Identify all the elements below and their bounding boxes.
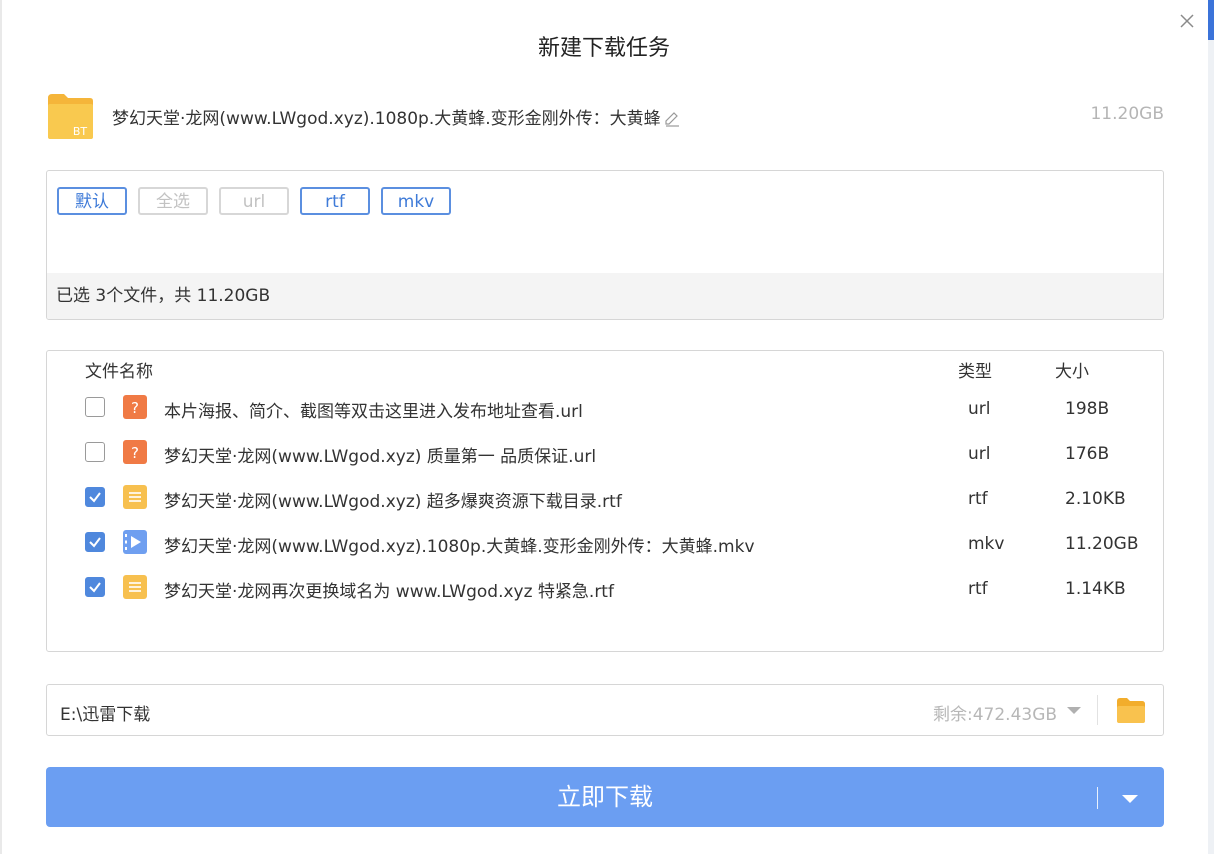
task-total-size: 11.20GB [1090,104,1164,124]
rtf-file-icon [123,485,147,509]
file-name: 本片海报、简介、截图等双击这里进入发布地址查看.url [164,402,583,422]
file-name: 梦幻天堂·龙网(www.LWgod.xyz) 质量第一 品质保证.url [164,447,597,467]
file-size: 176B [1065,444,1110,464]
task-name: 梦幻天堂·龙网(www.LWgod.xyz).1080p.大黄蜂.变形金刚外传：… [112,104,681,129]
file-name: 梦幻天堂·龙网再次更换域名为 www.LWgod.xyz 特紧急.rtf [164,582,614,602]
checkmark-icon [89,537,101,548]
folder-icon[interactable] [1115,695,1147,725]
row-checkbox[interactable] [85,577,105,597]
window-left-edge [0,0,2,854]
file-name: 梦幻天堂·龙网(www.LWgod.xyz) 超多爆爽资源下载目录.rtf [164,492,622,512]
file-list: 文件名称 类型 大小 ? 本片海报、简介、截图等双击这里进入发布地址查看.url… [46,350,1164,652]
chevron-down-icon[interactable] [1110,785,1150,811]
row-checkbox[interactable] [85,532,105,552]
table-row[interactable]: ? 梦幻天堂·龙网(www.LWgod.xyz) 质量第一 品质保证.url u… [47,432,1163,474]
svg-text:?: ? [131,444,139,462]
filter-chip-default[interactable]: 默认 [57,187,127,215]
file-filter-panel: 默认 全选 url rtf mkv 已选 3个文件，共 11.20GB [46,170,1164,320]
save-path-field[interactable]: E:\迅雷下载 剩余:472.43GB [46,684,1164,736]
filter-chip-select-all[interactable]: 全选 [138,187,208,215]
file-type: url [968,399,991,419]
column-header-size[interactable]: 大小 [1055,357,1089,382]
file-type: url [968,444,991,464]
file-type: rtf [968,489,988,509]
column-header-type[interactable]: 类型 [958,357,992,382]
checkmark-icon [89,582,101,593]
row-checkbox[interactable] [85,442,105,462]
table-row[interactable]: 梦幻天堂·龙网(www.LWgod.xyz).1080p.大黄蜂.变形金刚外传：… [47,522,1163,564]
file-size: 11.20GB [1065,534,1139,554]
chevron-down-icon[interactable] [1065,703,1083,717]
filter-chip-rtf[interactable]: rtf [300,187,370,215]
free-space-label: 剩余:472.43GB [933,705,1058,725]
table-row[interactable]: 梦幻天堂·龙网再次更换域名为 www.LWgod.xyz 特紧急.rtf rtf… [47,567,1163,609]
bt-badge: BT [73,125,88,138]
row-checkbox[interactable] [85,487,105,507]
filter-chip-mkv[interactable]: mkv [381,187,451,215]
close-icon [1180,14,1194,28]
path-divider [1097,695,1098,725]
bt-folder-icon: BT [48,94,93,139]
column-header-name[interactable]: 文件名称 [85,357,153,382]
table-row[interactable]: 梦幻天堂·龙网(www.LWgod.xyz) 超多爆爽资源下载目录.rtf rt… [47,477,1163,519]
rtf-file-icon [123,575,147,599]
file-size: 2.10KB [1065,489,1126,509]
dialog-title: 新建下载任务 [537,36,670,61]
video-file-icon [123,530,147,554]
close-button[interactable] [1176,10,1198,32]
window-right-accent [1208,0,1214,40]
table-row[interactable]: ? 本片海报、简介、截图等双击这里进入发布地址查看.url url 198B [47,387,1163,429]
file-type: mkv [968,534,1005,554]
file-size: 198B [1065,399,1110,419]
edit-pencil-icon[interactable] [663,110,681,128]
window-right-edge [1208,0,1214,854]
checkmark-icon [89,492,101,503]
download-button-divider [1097,787,1098,809]
task-header: BT 梦幻天堂·龙网(www.LWgod.xyz).1080p.大黄蜂.变形金刚… [46,92,1164,140]
filter-chip-url[interactable]: url [219,187,289,215]
file-type: rtf [968,579,988,599]
url-file-icon: ? [123,440,147,464]
svg-text:?: ? [131,399,139,417]
selection-summary: 已选 3个文件，共 11.20GB [47,273,1163,319]
save-path-text[interactable]: E:\迅雷下载 [60,700,150,725]
row-checkbox[interactable] [85,397,105,417]
task-name-text: 梦幻天堂·龙网(www.LWgod.xyz).1080p.大黄蜂.变形金刚外传：… [112,109,661,129]
file-name: 梦幻天堂·龙网(www.LWgod.xyz).1080p.大黄蜂.变形金刚外传：… [164,537,755,557]
download-now-button[interactable]: 立即下载 [46,767,1164,827]
download-now-label: 立即下载 [557,783,653,811]
file-size: 1.14KB [1065,579,1126,599]
url-file-icon: ? [123,395,147,419]
